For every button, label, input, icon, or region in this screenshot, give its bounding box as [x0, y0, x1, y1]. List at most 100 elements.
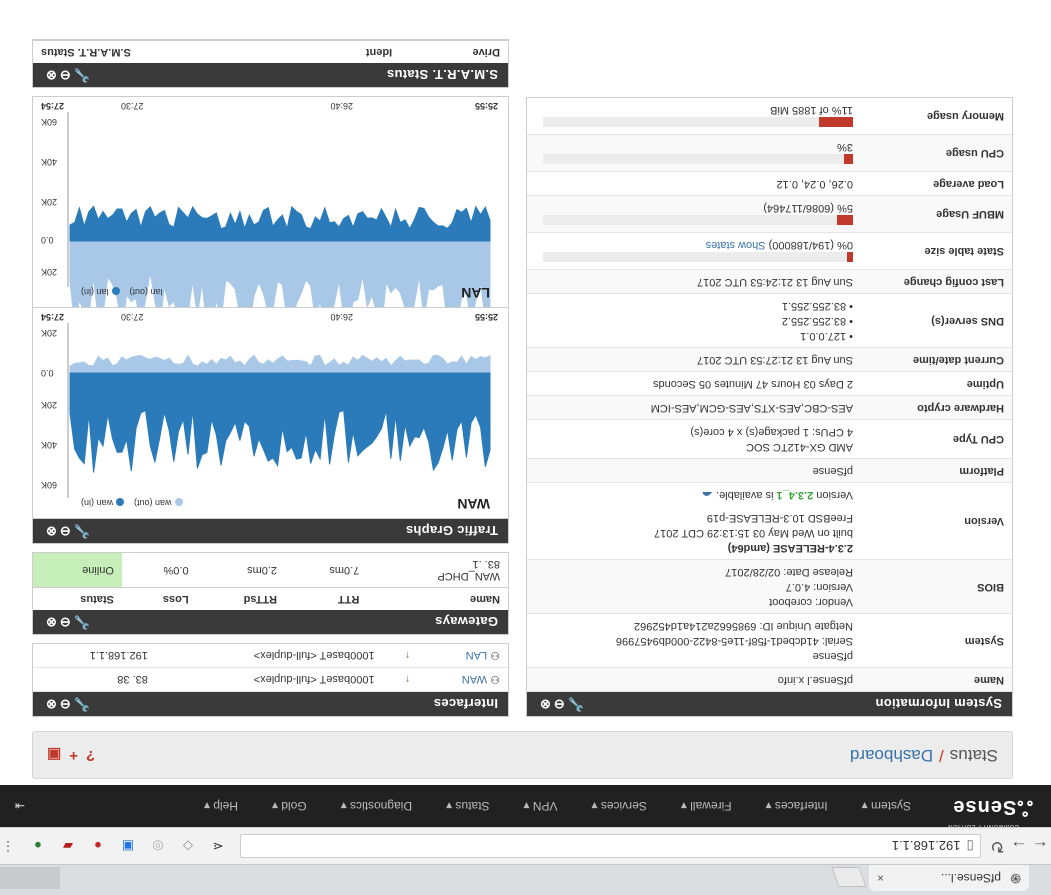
menu-status[interactable]: Status ▾: [429, 799, 506, 813]
green-ext-icon[interactable]: ●: [30, 839, 46, 854]
y-tick: 40K: [41, 440, 58, 450]
bookmark-ext-icon[interactable]: ▰: [60, 838, 76, 854]
add-widget-icon[interactable]: +: [69, 746, 78, 764]
menu-gold[interactable]: Gold ▾: [255, 799, 324, 813]
row-value: 2 Days 03 Hours 47 Minutes 05 Seconds: [527, 371, 861, 396]
cpu-text: 3%: [837, 141, 853, 153]
row-value: pfSense: [527, 458, 861, 483]
x-tick: 27:30: [121, 312, 144, 322]
table-row: WAN_DHCP 83. .1 7.0ms 2.0ms 0.0% Online: [33, 553, 508, 588]
col-header: RTTsd: [196, 587, 286, 610]
save-icon[interactable]: ▣: [47, 746, 61, 764]
shield-icon[interactable]: ◇: [180, 838, 196, 854]
dns-server: • 83.255.255.1: [781, 300, 853, 312]
table-row: Hardware crypto AES-CBC,AES-XTS,AES-GCM,A…: [527, 395, 1012, 420]
square-ext-icon[interactable]: ▣: [120, 838, 136, 854]
reload-icon[interactable]: ↻: [987, 836, 1008, 856]
circle-ext-icon[interactable]: ◎: [150, 838, 166, 854]
logout-icon[interactable]: ⇥: [0, 799, 40, 813]
brand-text: Sense: [952, 796, 1017, 819]
interface-link[interactable]: WAN: [462, 673, 487, 685]
breadcrumb-status[interactable]: Status: [950, 745, 998, 765]
row-key: State table size: [861, 232, 1012, 270]
table-header-row: Name RTT RTTsd Loss Status: [33, 587, 508, 610]
x-tick: 27:54: [41, 101, 65, 111]
panel-controls-icon[interactable]: 🔧⊖⊗: [537, 696, 584, 712]
interface-ip: 192.168.1.1: [33, 644, 156, 668]
window-controls[interactable]: [0, 867, 60, 889]
cpu-bar: [543, 154, 853, 164]
col-header: RTT: [285, 587, 368, 610]
col-header: Loss: [121, 587, 197, 610]
interface-link[interactable]: LAN: [466, 649, 487, 661]
table-row: State table size 0% (194/188000) Show st…: [527, 232, 1012, 270]
row-key: Name: [861, 667, 1012, 692]
interface-name[interactable]: ⚇ WAN: [418, 667, 508, 692]
panel-controls-icon[interactable]: 🔧⊖⊗: [43, 696, 90, 712]
menu-system[interactable]: System ▾: [845, 799, 928, 813]
page-icon: ▯: [966, 839, 974, 854]
table-row: CPU usage 3%: [527, 134, 1012, 172]
menu-help[interactable]: Help ▾: [187, 799, 255, 813]
lan-chart-svg: [67, 112, 491, 307]
table-row: ⚇ LAN ↑ 1000baseT <full-duplex> 192.168.…: [33, 644, 508, 668]
x-tick: 27:54: [41, 312, 65, 322]
cpu-bar-fill: [843, 154, 853, 164]
col-header: Status: [33, 587, 122, 610]
interface-name[interactable]: ⚇ LAN: [418, 644, 508, 668]
panel-controls-icon[interactable]: 🔧⊖⊗: [43, 614, 90, 630]
new-tab-button[interactable]: [831, 867, 867, 887]
logo-mark-icon: ஃ: [1016, 796, 1033, 819]
pfsense-logo[interactable]: COMMUNITY EDITION ஃSense: [928, 794, 1051, 830]
red-ext-icon[interactable]: ●: [90, 839, 106, 854]
panel-title: S.M.A.R.T. Status: [386, 67, 498, 83]
left-column: System Information 🔧⊖⊗ Name pfSense.l x.i…: [526, 89, 1013, 717]
memory-bar-fill: [818, 117, 853, 127]
menu-icon[interactable]: ⋮: [0, 838, 16, 854]
breadcrumb-dashboard[interactable]: Dashboard: [850, 745, 933, 765]
wan-chart-svg: [67, 323, 491, 498]
back-arrow-icon[interactable]: ←: [1030, 836, 1051, 856]
legend-dot-icon: [111, 287, 120, 296]
address-input[interactable]: ▯ 192.168.1.1: [239, 834, 981, 858]
row-value: 11% of 1885 MiB: [527, 98, 861, 135]
panel-controls-icon[interactable]: 🔧⊖⊗: [43, 523, 90, 539]
browser-tab[interactable]: ֍ pfSense.l... ×: [869, 865, 1029, 891]
help-icon[interactable]: ?: [86, 746, 95, 764]
row-key: Uptime: [861, 371, 1012, 396]
gateway-rtt: 7.0ms: [285, 553, 368, 588]
browser-tab-strip: ֍ pfSense.l... ×: [0, 864, 1051, 895]
row-key: CPU Type: [861, 419, 1012, 459]
row-key: Last config change: [861, 269, 1012, 294]
extension-icons: ⋖ ◇ ◎ ▣ ● ▰ ● ⋮: [0, 838, 226, 855]
menu-interfaces[interactable]: Interfaces ▾: [749, 799, 845, 813]
cpu-cores: 4 CPUs: 1 package(s) x 4 core(s): [690, 426, 853, 438]
forward-arrow-icon[interactable]: →: [1008, 836, 1029, 856]
row-value: pfSense Serial: 41dcbed1-f58f-11e5-8422-…: [527, 613, 861, 668]
show-states-link[interactable]: Show states: [706, 239, 766, 251]
table-row: Platform pfSense: [527, 458, 1012, 483]
system-netgate-id: Netgate Unique ID: 6985662a214a1d452962: [634, 620, 853, 632]
menu-firewall[interactable]: Firewall ▾: [664, 799, 749, 813]
version-built: built on Wed May 03 15:13:29 CDT 2017: [654, 527, 853, 539]
row-key: BIOS: [861, 559, 1012, 614]
table-header-row: Drive Ident S.M.A.R.T. Status: [33, 40, 508, 63]
system-info-table: Name pfSense.l x.info System pfSense Seri…: [527, 98, 1012, 692]
menu-services[interactable]: Services ▾: [574, 799, 663, 813]
state-bar-fill: [846, 252, 853, 262]
menu-vpn[interactable]: VPN ▾: [506, 799, 574, 813]
status-up-arrow-icon: ↑: [382, 644, 419, 668]
row-key: Current date/time: [861, 347, 1012, 372]
row-key: CPU usage: [861, 134, 1012, 172]
gateway-name-text: WAN_DHCP: [437, 570, 500, 582]
tab-close-icon[interactable]: ×: [877, 871, 884, 885]
interfaces-table: ⚇ WAN ↑ 1000baseT <full-duplex> 83. 38 ⚇…: [33, 644, 508, 692]
pfsense-favicon-icon: ֍: [1010, 871, 1021, 886]
menu-diagnostics[interactable]: Diagnostics ▾: [324, 799, 429, 813]
gateways-table: Name RTT RTTsd Loss Status WAN_DHCP 83. .…: [33, 553, 508, 610]
row-value: AMD GX-412TC SOC 4 CPUs: 1 package(s) x …: [527, 419, 861, 459]
share-icon[interactable]: ⋖: [210, 838, 226, 854]
panel-controls-icon[interactable]: 🔧⊖⊗: [43, 67, 90, 83]
cloud-download-icon[interactable]: ☁: [702, 489, 713, 501]
update-version-link[interactable]: 2.3.4_1: [777, 489, 814, 501]
